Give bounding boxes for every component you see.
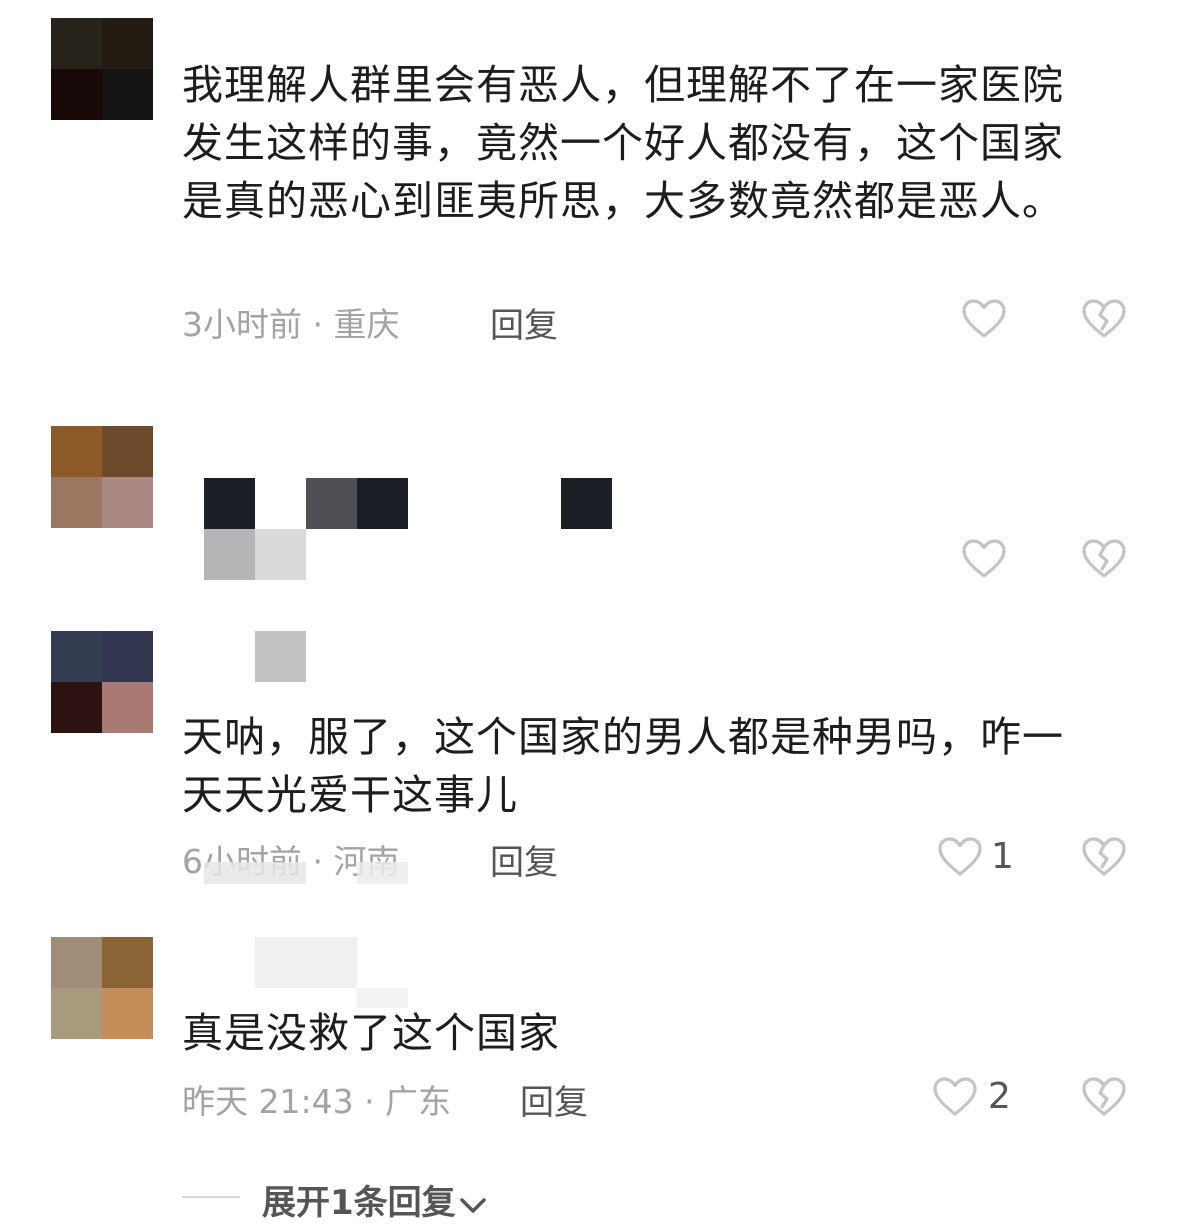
broken-heart-icon: [1082, 299, 1126, 338]
broken-heart-icon: [1082, 837, 1126, 876]
comment-text: 真是没救了这个国家: [182, 1009, 560, 1057]
mosaic-block: [561, 478, 612, 529]
mosaic-block: [255, 937, 357, 988]
heart-outline-icon: [962, 539, 1006, 578]
mosaic-block: [204, 529, 255, 580]
comment-text: 我理解人群里会有恶人，但理解不了在一家医院发生这样的事，竟然一个好人都没有，这个…: [182, 61, 1064, 225]
mosaic-block: [255, 631, 306, 682]
mosaic-block: [306, 478, 357, 529]
mosaic-block: [204, 478, 255, 529]
like-button[interactable]: [960, 535, 1008, 583]
like-button[interactable]: [960, 295, 1008, 343]
mosaic-block: [255, 529, 306, 580]
avatar[interactable]: [51, 631, 153, 733]
reply-button[interactable]: 回复: [520, 1075, 588, 1124]
broken-heart-icon: [1082, 1077, 1126, 1116]
like-button[interactable]: [931, 1073, 979, 1121]
chevron-down-icon: [459, 1197, 486, 1213]
avatar[interactable]: [51, 18, 153, 120]
heart-outline-icon: [938, 837, 982, 876]
expand-replies-button[interactable]: 展开1条回复: [262, 1175, 488, 1224]
broken-heart-icon: [1082, 539, 1126, 578]
mosaic-block: [357, 478, 408, 529]
dislike-button[interactable]: [1080, 833, 1128, 881]
comment-time-location: 3小时前 · 重庆: [182, 305, 400, 344]
comment-text: 天呐，服了，这个国家的男人都是种男吗，咋一天天光爱干这事儿: [182, 713, 1064, 819]
avatar[interactable]: [51, 426, 153, 528]
reply-button[interactable]: 回复: [490, 835, 558, 884]
mosaic-block: [357, 862, 408, 884]
dislike-button[interactable]: [1080, 535, 1128, 583]
dislike-button[interactable]: [1080, 1073, 1128, 1121]
like-count: 1: [991, 836, 1014, 877]
expand-replies-label: 展开1条回复: [262, 1183, 456, 1223]
like-button[interactable]: [936, 833, 984, 881]
mosaic-block: [204, 862, 306, 884]
dislike-button[interactable]: [1080, 295, 1128, 343]
avatar[interactable]: [51, 937, 153, 1039]
like-count: 2: [988, 1076, 1011, 1117]
heart-outline-icon: [962, 299, 1006, 338]
comment-time-location: 昨天 21:43 · 广东: [182, 1082, 452, 1121]
reply-button[interactable]: 回复: [490, 298, 558, 347]
heart-outline-icon: [933, 1077, 977, 1116]
expand-divider: [182, 1196, 240, 1198]
